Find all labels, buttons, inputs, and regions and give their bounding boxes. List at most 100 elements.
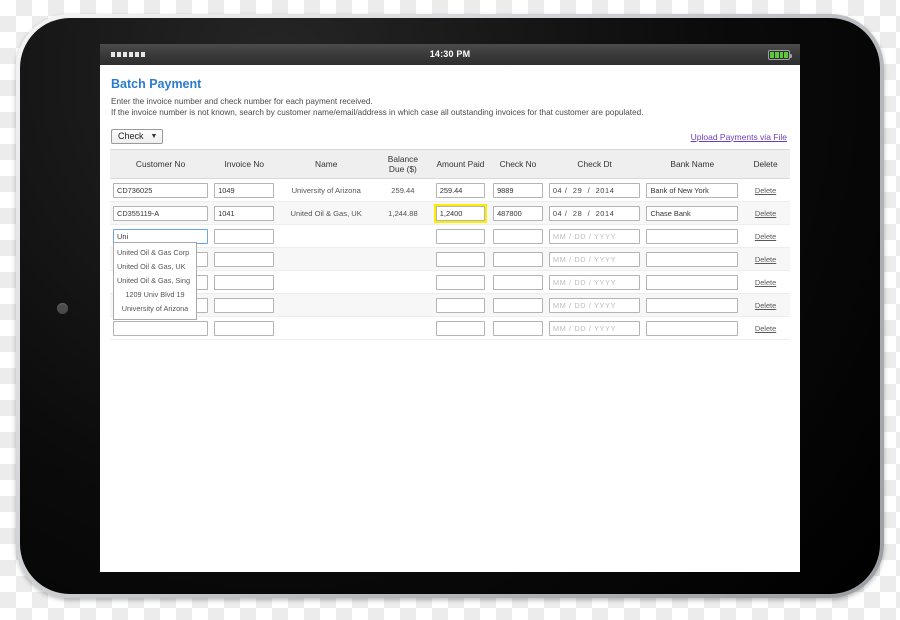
- cell-bank-name: [643, 247, 742, 271]
- customer-no-input[interactable]: [113, 320, 209, 336]
- autocomplete-option[interactable]: United Oil & Gas, Sing: [114, 273, 196, 287]
- invoice-no-input[interactable]: [214, 251, 275, 267]
- check-date-input[interactable]: [548, 251, 641, 267]
- col-delete: Delete: [741, 149, 790, 179]
- amount-paid-input[interactable]: [435, 205, 486, 221]
- invoice-no-input[interactable]: [214, 228, 275, 244]
- amount-paid-input[interactable]: [435, 228, 486, 244]
- check-date-input[interactable]: [548, 228, 641, 244]
- customer-no-input[interactable]: [113, 182, 209, 198]
- cell-balance-due: 1,244.88: [375, 201, 431, 225]
- delete-row-link[interactable]: Delete: [755, 232, 776, 241]
- check-date-input[interactable]: [548, 274, 641, 290]
- check-date-input[interactable]: [548, 297, 641, 313]
- table-row: Delete: [110, 247, 790, 271]
- customer-no-input[interactable]: [113, 205, 209, 221]
- cell-bank-name: [643, 178, 742, 202]
- delete-row-link[interactable]: Delete: [755, 255, 776, 264]
- cell-customer-name: United Oil & Gas, UK: [277, 201, 375, 225]
- cell-customer-name: [277, 247, 375, 271]
- delete-row-link[interactable]: Delete: [755, 278, 776, 287]
- cell-invoice-no: [211, 201, 278, 225]
- autocomplete-option[interactable]: United Oil & Gas Corp: [114, 245, 196, 259]
- payment-type-label: Check: [118, 131, 144, 141]
- amount-paid-wrap: [434, 181, 487, 200]
- table-header-row: Customer No Invoice No Name Balance Due …: [110, 149, 790, 179]
- cell-check-date: [545, 224, 644, 248]
- cell-delete: Delete: [741, 178, 790, 202]
- cell-amount-paid: [430, 247, 491, 271]
- table-row: Delete: [110, 316, 790, 340]
- upload-payments-link[interactable]: Upload Payments via File: [691, 132, 787, 142]
- table-row: United Oil & Gas CorpUnited Oil & Gas, U…: [110, 224, 790, 320]
- delete-row-link[interactable]: Delete: [755, 324, 776, 333]
- check-no-input[interactable]: [493, 297, 543, 313]
- check-date-input[interactable]: [548, 205, 641, 221]
- autocomplete-option[interactable]: 1209 Univ Blvd 19: [114, 288, 196, 302]
- amount-paid-input[interactable]: [435, 251, 486, 267]
- customer-autocomplete-list[interactable]: United Oil & Gas Corp United Oil & Gas, U…: [113, 242, 197, 320]
- cell-invoice-no: [211, 247, 278, 271]
- invoice-no-input[interactable]: [214, 297, 275, 313]
- tablet-screen: 14:30 PM Batch Payment Enter the invoice…: [100, 44, 800, 572]
- cell-bank-name: [643, 224, 742, 248]
- amount-paid-wrap: [434, 227, 487, 246]
- amount-paid-wrap: [434, 273, 487, 292]
- col-bank-name: Bank Name: [643, 149, 742, 179]
- check-no-input[interactable]: [493, 228, 543, 244]
- cell-amount-paid: [430, 316, 491, 340]
- invoice-no-input[interactable]: [214, 274, 275, 290]
- cell-balance-due: [375, 293, 431, 317]
- amount-paid-input[interactable]: [435, 274, 486, 290]
- bank-name-input[interactable]: [646, 297, 739, 313]
- invoice-no-input[interactable]: [214, 320, 275, 336]
- amount-paid-wrap: [434, 250, 487, 269]
- bank-name-input[interactable]: [646, 228, 739, 244]
- home-button[interactable]: [57, 303, 68, 314]
- cell-check-date: [545, 293, 644, 317]
- cell-invoice-no: [211, 178, 278, 202]
- bank-name-input[interactable]: [646, 251, 739, 267]
- autocomplete-option[interactable]: University of Arizona: [114, 302, 196, 316]
- cell-invoice-no: [211, 316, 278, 340]
- bank-name-input[interactable]: [646, 205, 739, 221]
- amount-paid-input[interactable]: [435, 320, 486, 336]
- cell-customer-name: [277, 316, 375, 340]
- cell-customer-name: University of Arizona: [277, 178, 375, 202]
- cell-amount-paid: [430, 224, 491, 248]
- cell-delete: Delete: [741, 293, 790, 317]
- check-no-input[interactable]: [493, 205, 543, 221]
- check-no-input[interactable]: [493, 182, 543, 198]
- bank-name-input[interactable]: [646, 274, 739, 290]
- cell-bank-name: [643, 201, 742, 225]
- cell-invoice-no: [211, 270, 278, 294]
- cell-check-date: [545, 316, 644, 340]
- cell-check-date: [545, 247, 644, 271]
- delete-row-link[interactable]: Delete: [755, 186, 776, 195]
- check-no-input[interactable]: [493, 320, 543, 336]
- invoice-no-input[interactable]: [214, 205, 275, 221]
- amount-paid-input[interactable]: [435, 297, 486, 313]
- bank-name-input[interactable]: [646, 182, 739, 198]
- delete-row-link[interactable]: Delete: [755, 209, 776, 218]
- amount-paid-wrap: [434, 296, 487, 315]
- cell-check-no: [490, 178, 546, 202]
- check-no-input[interactable]: [493, 251, 543, 267]
- bank-name-input[interactable]: [646, 320, 739, 336]
- cell-balance-due: [375, 316, 431, 340]
- check-no-input[interactable]: [493, 274, 543, 290]
- check-date-input[interactable]: [548, 320, 641, 336]
- invoice-no-input[interactable]: [214, 182, 275, 198]
- table-row: Delete: [110, 293, 790, 317]
- cell-amount-paid: [430, 201, 491, 225]
- cell-check-date: [545, 270, 644, 294]
- col-invoice-no: Invoice No: [211, 149, 278, 179]
- status-bar: 14:30 PM: [100, 44, 800, 65]
- autocomplete-option[interactable]: United Oil & Gas, UK: [114, 259, 196, 273]
- amount-paid-input[interactable]: [435, 182, 486, 198]
- payment-type-select[interactable]: Check ▼: [111, 129, 164, 144]
- cell-delete: Delete: [741, 316, 790, 340]
- cell-bank-name: [643, 316, 742, 340]
- delete-row-link[interactable]: Delete: [755, 301, 776, 310]
- check-date-input[interactable]: [548, 182, 641, 198]
